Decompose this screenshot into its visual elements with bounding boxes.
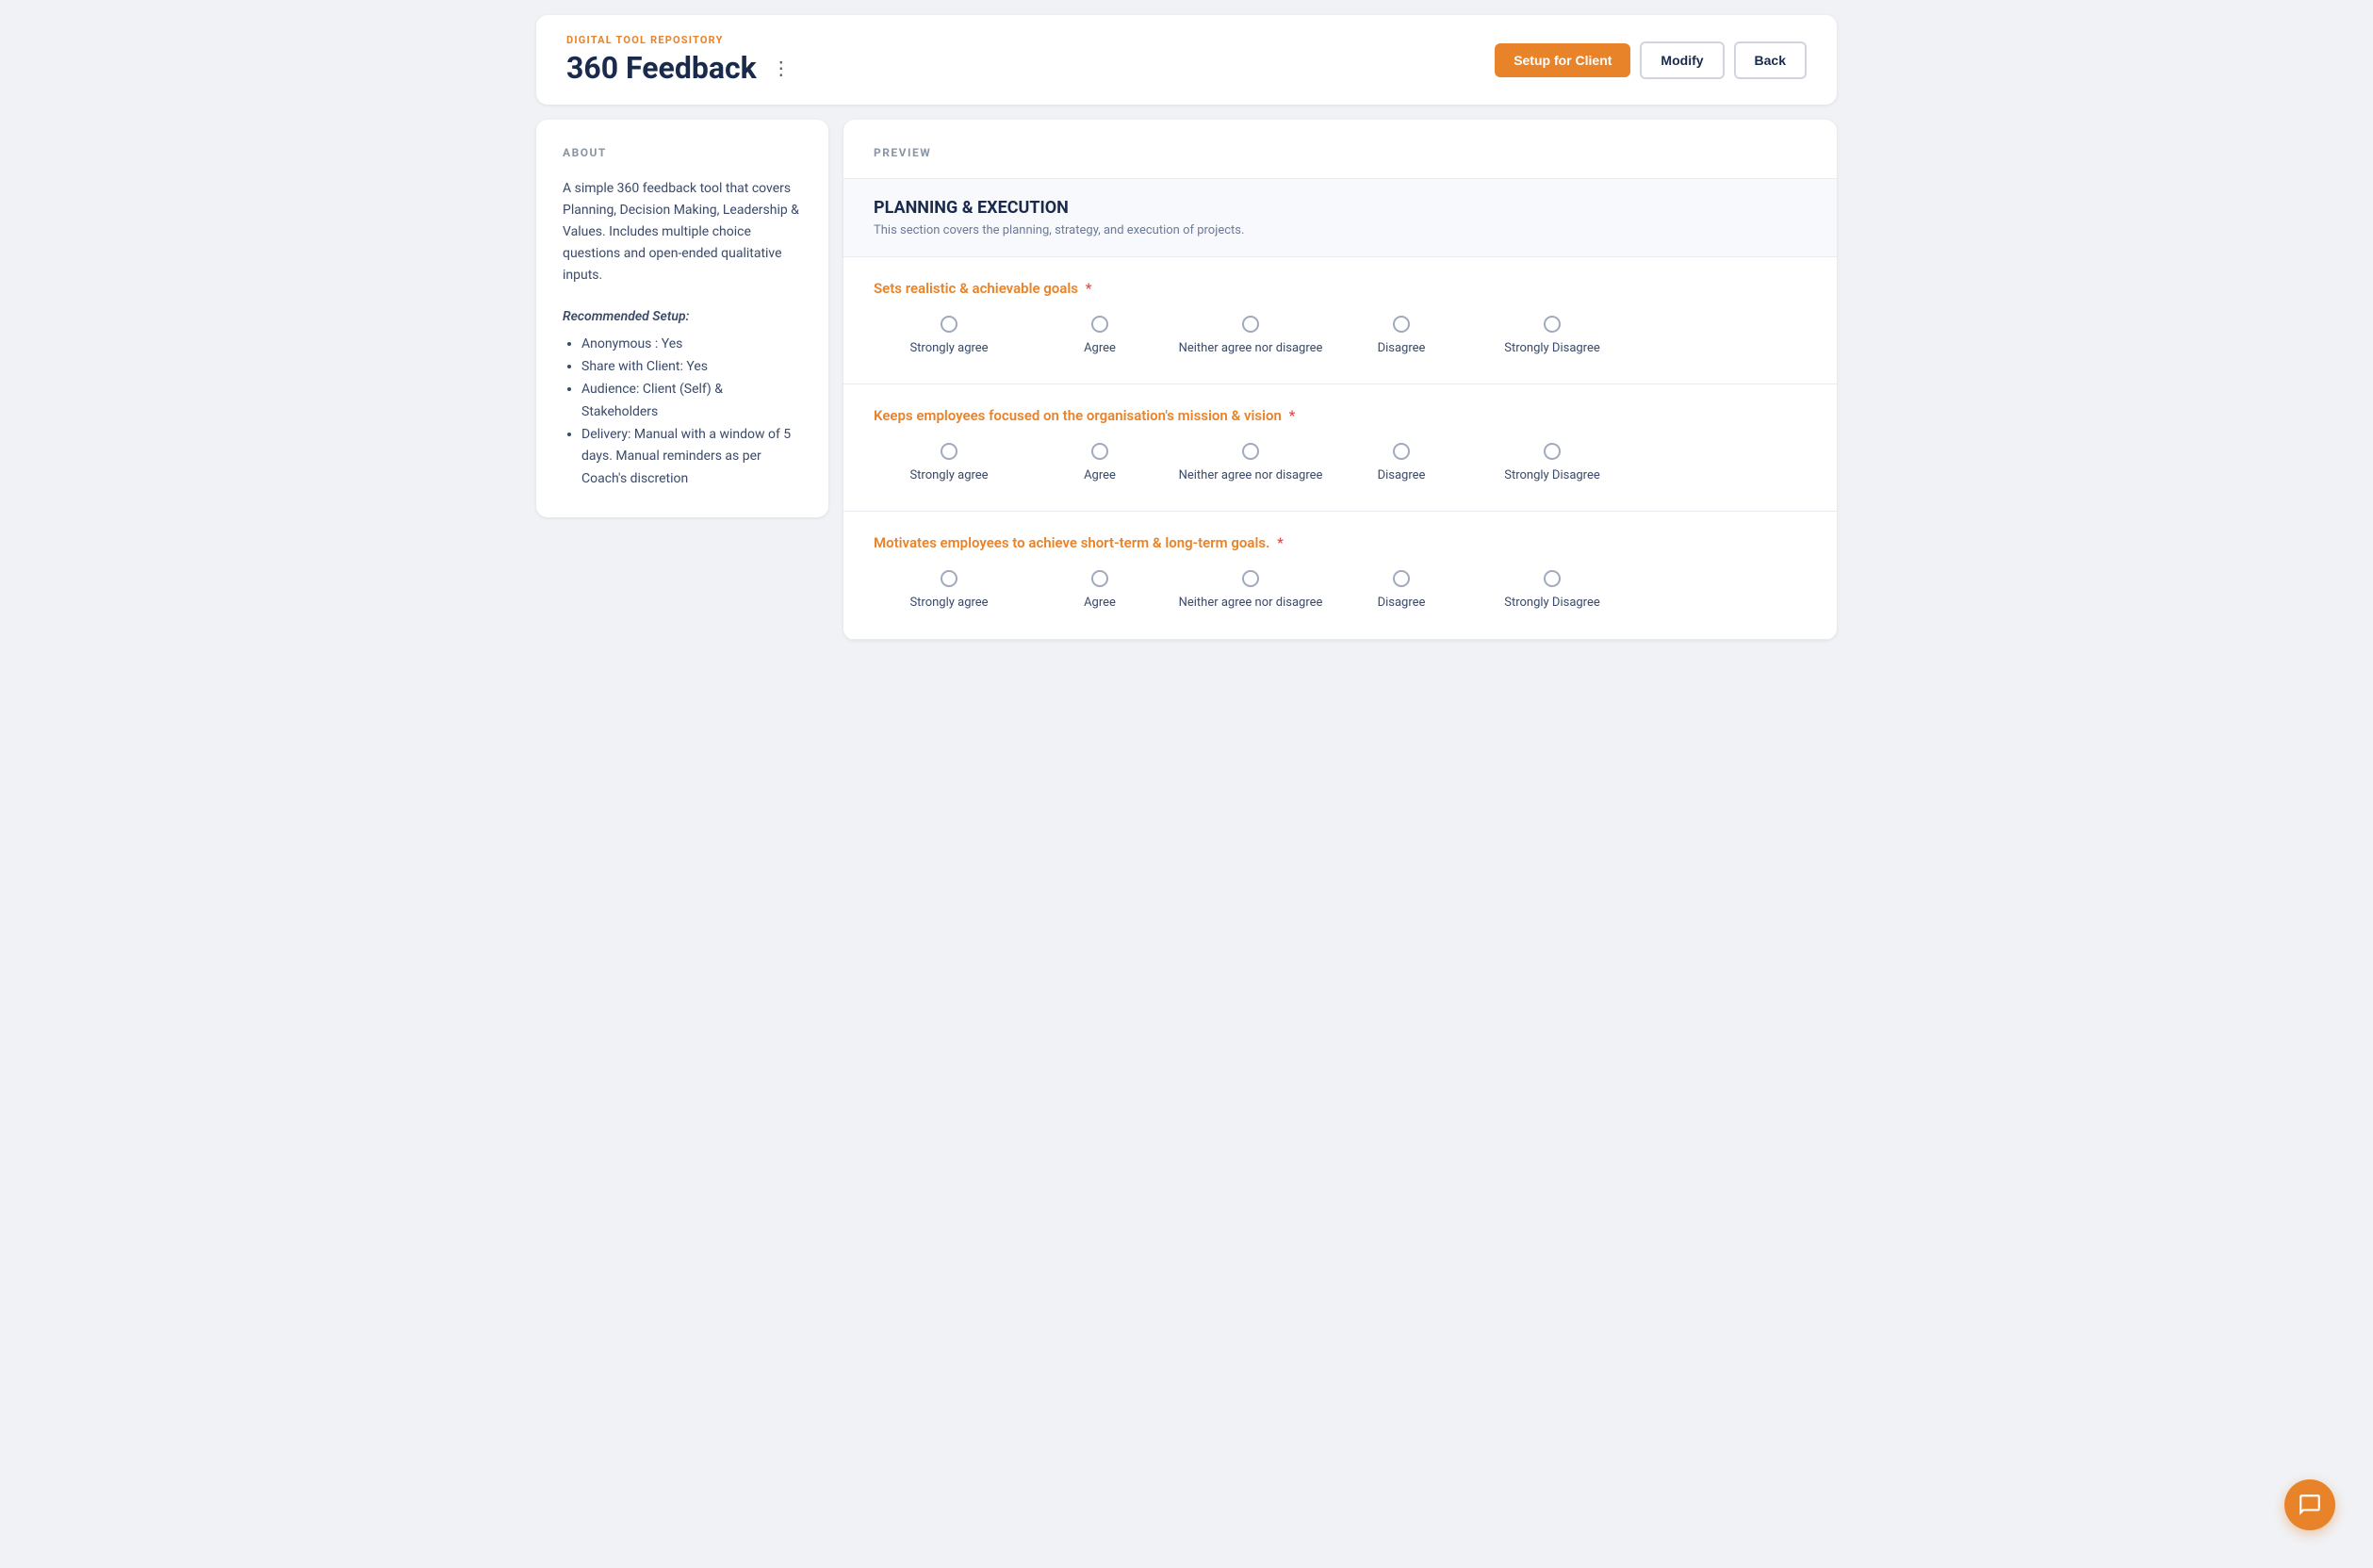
radio-strongly-agree-2[interactable] xyxy=(941,443,957,460)
question-3-options: Strongly agree Agree Neither agree nor d… xyxy=(874,570,1807,612)
question-3-text: Motivates employees to achieve short-ter… xyxy=(874,534,1807,551)
setup-item-share: Share with Client: Yes xyxy=(581,356,802,379)
page-title-row: 360 Feedback ⋮ xyxy=(566,50,796,86)
page-title: 360 Feedback xyxy=(566,50,757,86)
recommended-setup-title: Recommended Setup: xyxy=(563,309,802,324)
option-label-disagree-3: Disagree xyxy=(1378,595,1426,612)
radio-disagree-2[interactable] xyxy=(1393,443,1410,460)
radio-agree-2[interactable] xyxy=(1091,443,1108,460)
option-disagree-3: Disagree xyxy=(1326,570,1477,612)
option-label-strongly-disagree-2: Strongly Disagree xyxy=(1504,467,1600,484)
option-agree-2: Agree xyxy=(1024,443,1175,484)
radio-strongly-disagree-2[interactable] xyxy=(1544,443,1561,460)
option-label-neither-2: Neither agree nor disagree xyxy=(1179,467,1323,484)
question-3-required-star: * xyxy=(1277,534,1284,551)
question-1-text: Sets realistic & achievable goals * xyxy=(874,280,1807,297)
about-section-label: ABOUT xyxy=(563,146,802,159)
header-actions: Setup for Client Modify Back xyxy=(1495,41,1807,79)
question-2-block: Keeps employees focused on the organisat… xyxy=(843,384,1837,512)
option-strongly-agree-2: Strongly agree xyxy=(874,443,1024,484)
option-agree-1: Agree xyxy=(1024,316,1175,357)
question-1-required-star: * xyxy=(1086,280,1092,297)
about-description: A simple 360 feedback tool that covers P… xyxy=(563,178,802,286)
option-agree-3: Agree xyxy=(1024,570,1175,612)
option-neither-2: Neither agree nor disagree xyxy=(1175,443,1326,484)
main-content: ABOUT A simple 360 feedback tool that co… xyxy=(536,120,1837,640)
option-label-neither-3: Neither agree nor disagree xyxy=(1179,595,1323,612)
radio-strongly-agree-1[interactable] xyxy=(941,316,957,333)
option-label-agree-1: Agree xyxy=(1084,340,1116,357)
option-strongly-disagree-1: Strongly Disagree xyxy=(1477,316,1628,357)
planning-section-title: PLANNING & EXECUTION xyxy=(874,198,1807,218)
option-strongly-disagree-3: Strongly Disagree xyxy=(1477,570,1628,612)
option-label-strongly-agree-3: Strongly agree xyxy=(909,595,988,612)
radio-strongly-disagree-3[interactable] xyxy=(1544,570,1561,587)
option-label-agree-3: Agree xyxy=(1084,595,1116,612)
chat-button[interactable] xyxy=(2284,1479,2335,1530)
option-strongly-agree-1: Strongly agree xyxy=(874,316,1024,357)
digital-tool-label: DIGITAL TOOL REPOSITORY xyxy=(566,34,796,46)
planning-section-subtitle: This section covers the planning, strate… xyxy=(874,223,1807,237)
option-disagree-2: Disagree xyxy=(1326,443,1477,484)
preview-panel: PREVIEW PLANNING & EXECUTION This sectio… xyxy=(843,120,1837,640)
preview-section-label: PREVIEW xyxy=(843,120,1837,159)
header-card: DIGITAL TOOL REPOSITORY 360 Feedback ⋮ S… xyxy=(536,15,1837,105)
back-button[interactable]: Back xyxy=(1734,41,1807,79)
setup-item-anonymous: Anonymous : Yes xyxy=(581,334,802,356)
option-neither-1: Neither agree nor disagree xyxy=(1175,316,1326,357)
page-wrapper: DIGITAL TOOL REPOSITORY 360 Feedback ⋮ S… xyxy=(536,15,1837,640)
radio-strongly-agree-3[interactable] xyxy=(941,570,957,587)
option-label-strongly-disagree-3: Strongly Disagree xyxy=(1504,595,1600,612)
option-disagree-1: Disagree xyxy=(1326,316,1477,357)
radio-disagree-3[interactable] xyxy=(1393,570,1410,587)
radio-strongly-disagree-1[interactable] xyxy=(1544,316,1561,333)
option-label-neither-1: Neither agree nor disagree xyxy=(1179,340,1323,357)
chat-icon xyxy=(2298,1493,2322,1517)
question-1-options: Strongly agree Agree Neither agree nor d… xyxy=(874,316,1807,357)
option-strongly-agree-3: Strongly agree xyxy=(874,570,1024,612)
option-label-disagree-2: Disagree xyxy=(1378,467,1426,484)
option-strongly-disagree-2: Strongly Disagree xyxy=(1477,443,1628,484)
radio-neither-3[interactable] xyxy=(1242,570,1259,587)
question-1-block: Sets realistic & achievable goals * Stro… xyxy=(843,257,1837,384)
radio-neither-1[interactable] xyxy=(1242,316,1259,333)
header-left: DIGITAL TOOL REPOSITORY 360 Feedback ⋮ xyxy=(566,34,796,86)
option-label-strongly-agree-1: Strongly agree xyxy=(909,340,988,357)
question-3-block: Motivates employees to achieve short-ter… xyxy=(843,512,1837,639)
option-label-strongly-agree-2: Strongly agree xyxy=(909,467,988,484)
question-2-options: Strongly agree Agree Neither agree nor d… xyxy=(874,443,1807,484)
menu-dots-icon[interactable]: ⋮ xyxy=(766,55,796,81)
option-label-agree-2: Agree xyxy=(1084,467,1116,484)
question-2-required-star: * xyxy=(1289,407,1296,424)
radio-agree-3[interactable] xyxy=(1091,570,1108,587)
option-label-disagree-1: Disagree xyxy=(1378,340,1426,357)
option-neither-3: Neither agree nor disagree xyxy=(1175,570,1326,612)
modify-button[interactable]: Modify xyxy=(1640,41,1724,79)
setup-list: Anonymous : Yes Share with Client: Yes A… xyxy=(563,334,802,491)
about-panel: ABOUT A simple 360 feedback tool that co… xyxy=(536,120,828,517)
option-label-strongly-disagree-1: Strongly Disagree xyxy=(1504,340,1600,357)
question-2-text: Keeps employees focused on the organisat… xyxy=(874,407,1807,424)
radio-neither-2[interactable] xyxy=(1242,443,1259,460)
setup-item-delivery: Delivery: Manual with a window of 5 days… xyxy=(581,424,802,491)
planning-section-header: PLANNING & EXECUTION This section covers… xyxy=(843,178,1837,257)
radio-disagree-1[interactable] xyxy=(1393,316,1410,333)
setup-for-client-button[interactable]: Setup for Client xyxy=(1495,43,1630,77)
setup-item-audience: Audience: Client (Self) & Stakeholders xyxy=(581,379,802,424)
radio-agree-1[interactable] xyxy=(1091,316,1108,333)
